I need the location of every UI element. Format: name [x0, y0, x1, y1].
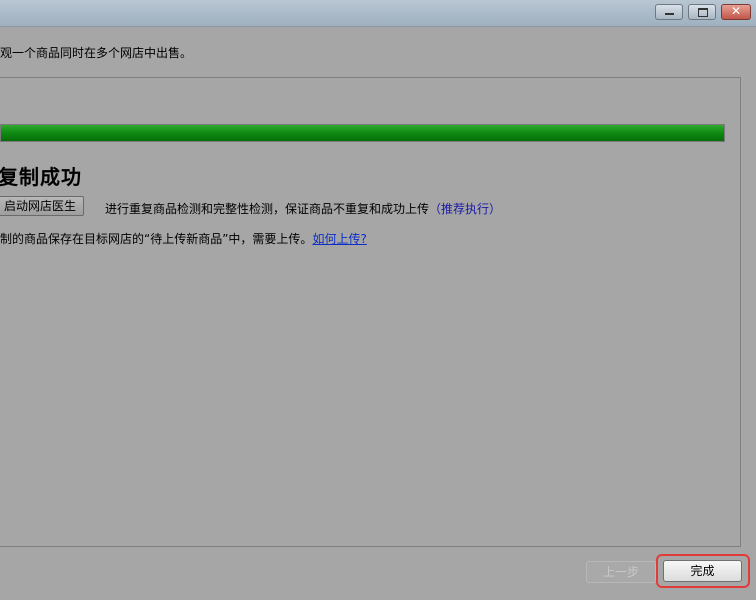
close-icon: ✕: [731, 4, 742, 18]
previous-button[interactable]: 上一步: [586, 561, 656, 583]
maximize-icon: [698, 8, 708, 17]
status-title: 复制成功: [0, 165, 82, 189]
start-shop-doctor-button[interactable]: 启动网店医生: [0, 196, 84, 216]
upload-info: 制的商品保存在目标网店的“待上传新商品”中，需要上传。如何上传?: [0, 230, 367, 247]
recommend-label: （推荐执行）: [429, 202, 502, 216]
how-to-upload-link[interactable]: 如何上传?: [312, 232, 366, 246]
upload-info-text: 制的商品保存在目标网店的“待上传新商品”中，需要上传。: [0, 232, 313, 246]
close-button[interactable]: ✕: [721, 4, 751, 20]
progress-bar: [0, 124, 725, 142]
minimize-icon: [665, 13, 674, 15]
title-bar: ✕: [0, 0, 756, 27]
wizard-description: 观一个商品同时在多个网店中出售。: [0, 46, 193, 60]
finish-button[interactable]: 完成: [663, 560, 742, 582]
minimize-button[interactable]: [655, 4, 683, 20]
doctor-hint-text: 进行重复商品检测和完整性检测，保证商品不重复和成功上传: [105, 202, 430, 216]
maximize-button[interactable]: [688, 4, 716, 20]
progress-fill: [1, 125, 724, 141]
doctor-hint: 进行重复商品检测和完整性检测，保证商品不重复和成功上传（推荐执行）: [105, 200, 501, 217]
content-panel: [0, 77, 741, 547]
